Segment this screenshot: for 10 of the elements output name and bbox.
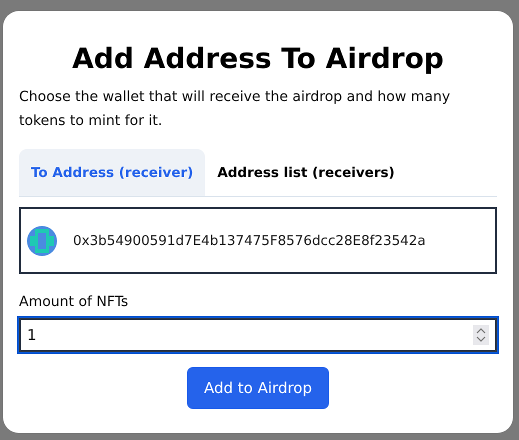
amount-label: Amount of NFTs — [19, 294, 130, 310]
dialog-description: Choose the wallet that will receive the airdrop and how many tokens to mint for it. — [19, 88, 452, 131]
spinner-icon[interactable] — [473, 325, 489, 345]
wallet-address: 0x3b54900591d7E4b137475F8576dcc28E8f23542a — [73, 232, 426, 248]
dialog-title: Add Address To Airdrop — [71, 41, 445, 77]
avatar-icon — [27, 226, 57, 256]
amount-input[interactable]: 1 — [19, 318, 497, 352]
tab[interactable]: Address list (receivers) — [205, 149, 407, 196]
tab[interactable]: To Address (receiver) — [19, 149, 206, 196]
add-to-airdrop-button[interactable]: Add to Airdrop — [186, 367, 330, 409]
